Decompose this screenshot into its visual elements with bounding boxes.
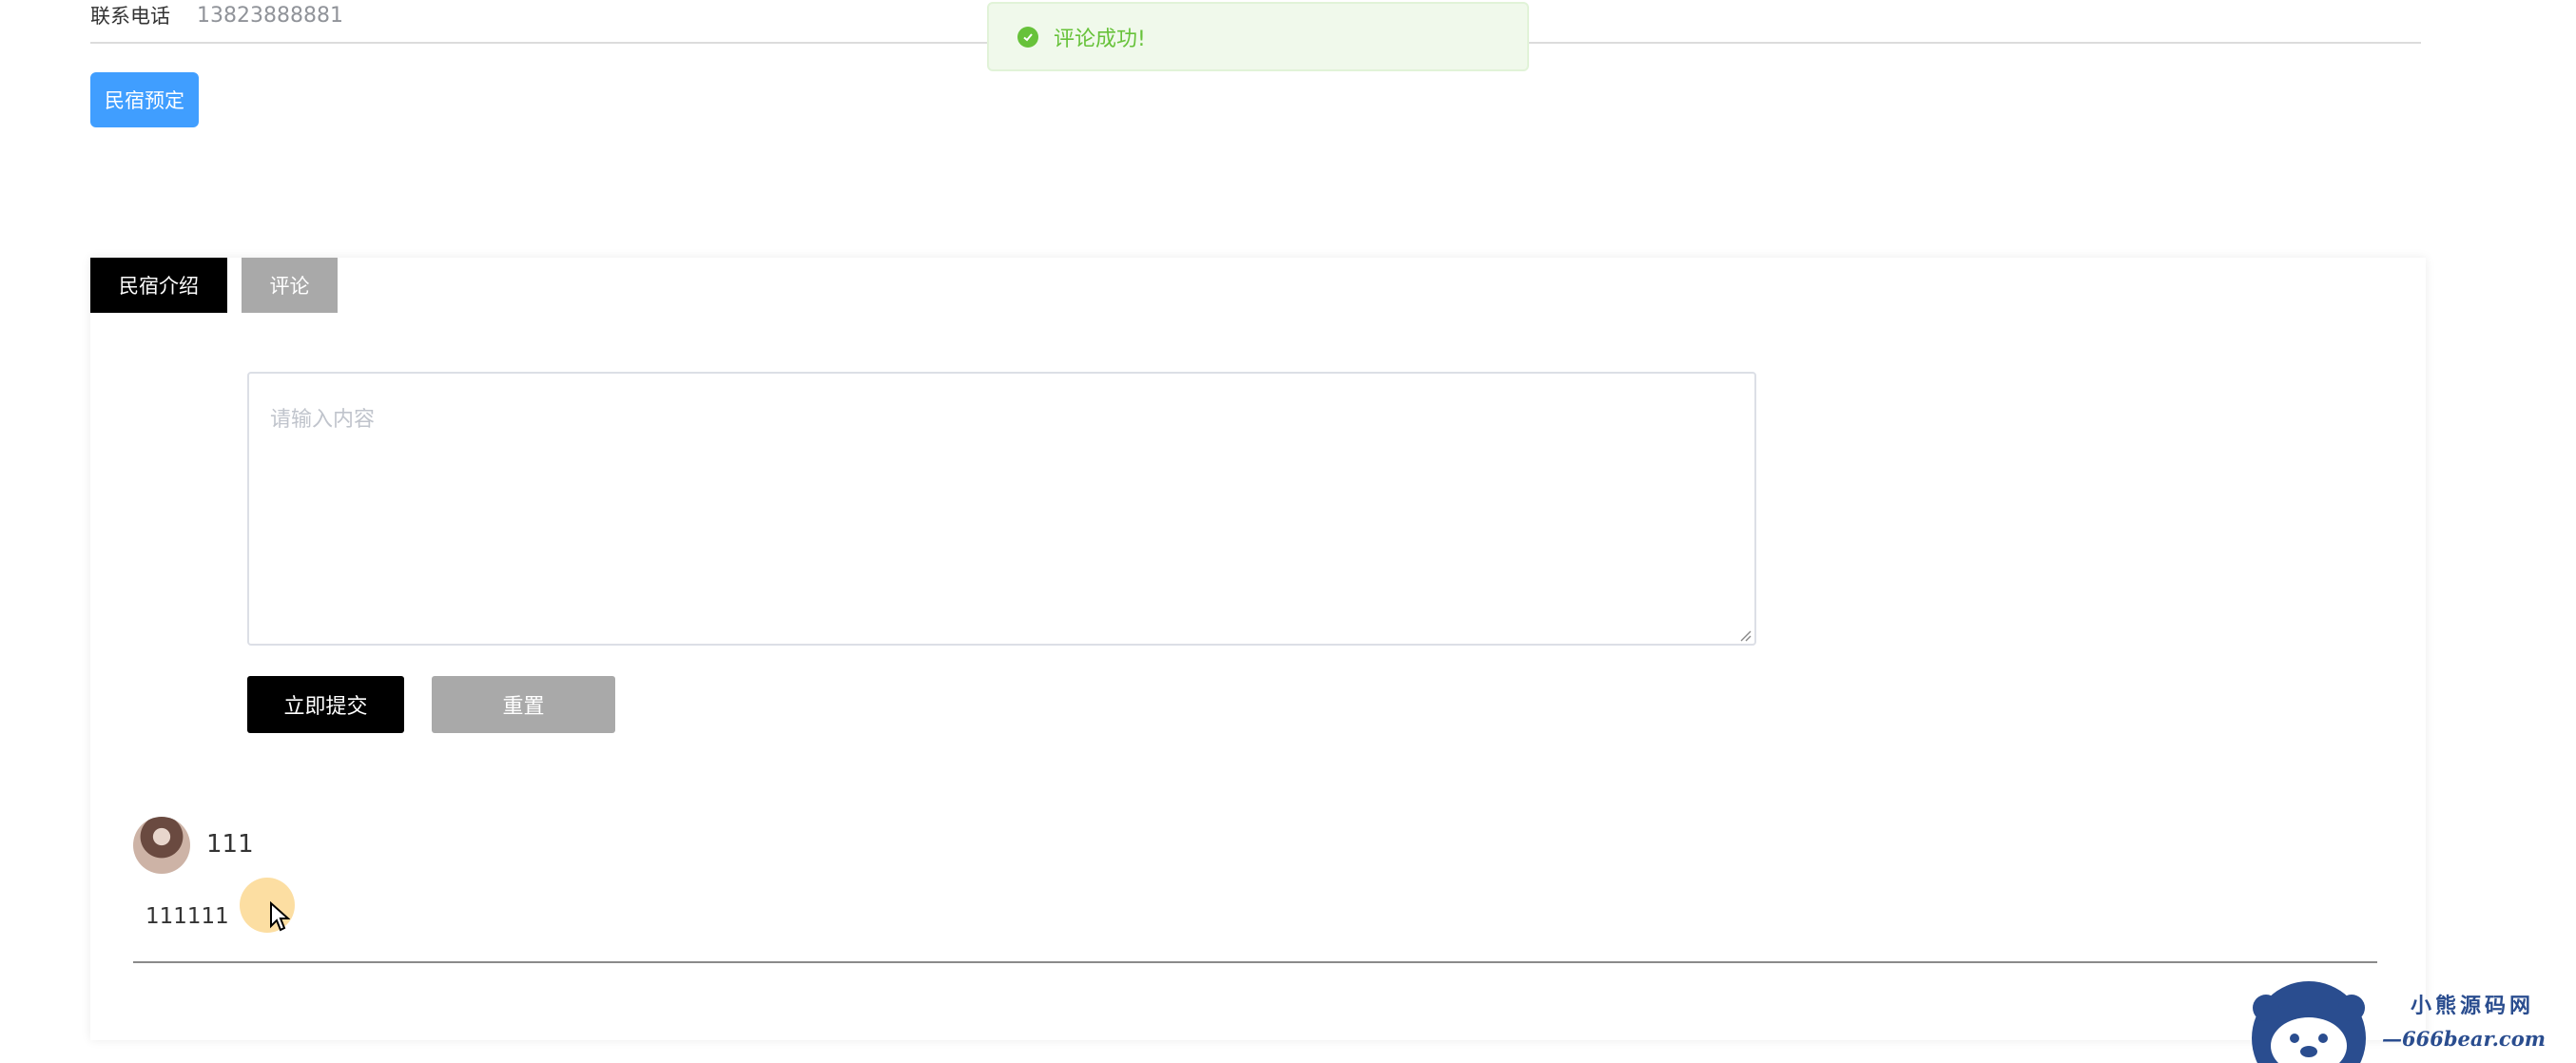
comment-content: 111111 <box>145 904 229 929</box>
tab-comment[interactable]: 评论 <box>242 258 338 313</box>
detail-card: 民宿介绍 评论 *评论 立即提交 重置 111 111111 <box>90 258 2426 1040</box>
watermark: 小熊源码网 —666bear.com— <box>2249 979 2563 1063</box>
comment-divider <box>133 961 2377 963</box>
success-toast: 评论成功! <box>987 2 1529 71</box>
avatar <box>133 817 190 874</box>
comment-username: 111 <box>206 830 254 859</box>
page: 联系电话 13823888881 评论成功! 民宿预定 民宿介绍 评论 *评论 … <box>0 0 2576 1063</box>
watermark-url: —666bear.com— <box>2382 1027 2546 1063</box>
mouse-cursor-icon <box>270 901 290 932</box>
resize-grip-icon[interactable] <box>1740 630 1752 642</box>
book-button[interactable]: 民宿预定 <box>90 72 199 127</box>
toast-message: 评论成功! <box>1054 27 1146 51</box>
comment-textarea[interactable] <box>247 372 1756 646</box>
reset-button[interactable]: 重置 <box>432 676 615 733</box>
contact-row: 联系电话 13823888881 <box>90 0 343 30</box>
contact-label: 联系电话 <box>90 5 170 28</box>
watermark-name: 小熊源码网 <box>2411 995 2535 1018</box>
contact-value: 13823888881 <box>197 3 343 28</box>
tab-intro[interactable]: 民宿介绍 <box>90 258 227 313</box>
tabs: 民宿介绍 评论 <box>90 258 338 313</box>
submit-button[interactable]: 立即提交 <box>247 676 404 733</box>
bear-logo-icon <box>2252 981 2366 1063</box>
check-circle-icon <box>1017 26 1038 48</box>
